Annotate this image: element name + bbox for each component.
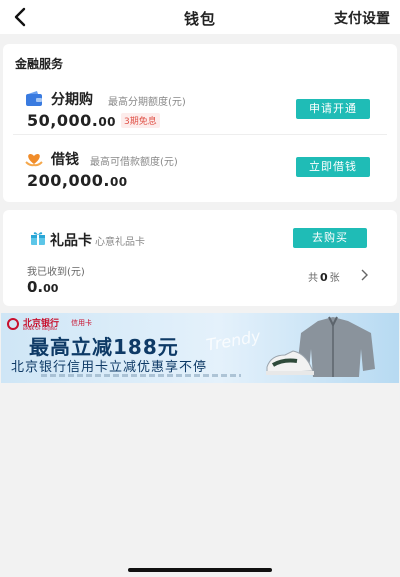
buy-gift-card-button[interactable]: 去购买 <box>293 228 367 248</box>
installment-subtitle: 最高分期额度(元) <box>108 97 186 108</box>
bank-logo-icon <box>7 318 19 330</box>
section-title: 金融服务 <box>15 57 64 71</box>
gift-card-subtitle: 心意礼品卡 <box>95 237 145 248</box>
credit-card-label: 信用卡 <box>71 319 92 327</box>
gift-card-name: 礼品卡 <box>50 233 92 249</box>
received-amount-decimal: 00 <box>43 282 59 295</box>
gift-icon <box>31 232 45 245</box>
count-suffix: 张 <box>329 273 340 284</box>
borrow-now-button[interactable]: 立即借钱 <box>296 157 370 177</box>
gift-card-section: 礼品卡 心意礼品卡 去购买 我已收到(元) 0.00 共0张 <box>3 210 397 306</box>
received-amount-main: 0. <box>27 278 44 296</box>
installment-amount-main: 50,000. <box>27 111 99 130</box>
installment-amount-decimal: 00 <box>98 115 117 129</box>
wallet-icon <box>26 91 42 106</box>
installment-name: 分期购 <box>51 92 93 108</box>
banner-fineprint <box>41 374 241 377</box>
pay-settings-link[interactable]: 支付设置 <box>334 8 390 28</box>
gift-card-count[interactable]: 共0张 <box>308 269 340 284</box>
interest-free-badge: 3期免息 <box>121 113 160 128</box>
loan-name: 借钱 <box>51 152 79 168</box>
finance-services-card: 金融服务 分期购 最高分期额度(元) 50,000.00 3期免息 申请开通 借… <box>3 44 397 202</box>
loan-amount-main: 200,000. <box>27 171 110 190</box>
apply-open-button[interactable]: 申请开通 <box>296 99 370 119</box>
installment-item[interactable]: 分期购 最高分期额度(元) 50,000.00 3期免息 申请开通 <box>13 86 387 135</box>
chevron-right-icon[interactable] <box>359 269 369 281</box>
loan-amount: 200,000.00 <box>27 171 128 190</box>
received-amount: 0.00 <box>27 278 58 296</box>
banner-script-text: Trendy <box>204 326 262 355</box>
heart-hands-icon <box>25 154 43 167</box>
count-prefix: 共 <box>308 273 318 284</box>
home-indicator[interactable] <box>128 568 272 572</box>
loan-amount-decimal: 00 <box>109 175 128 189</box>
loan-item[interactable]: 借钱 最高可借款额度(元) 200,000.00 立即借钱 <box>13 146 387 194</box>
count-value: 0 <box>320 271 328 284</box>
promo-banner[interactable]: 北京银行 BANK OF BEIJING 信用卡 最高立减188元 Trendy… <box>1 313 399 383</box>
jacket-sneaker-image <box>266 316 375 377</box>
banner-subtitle: 北京银行信用卡立减优惠享不停 <box>11 360 208 375</box>
top-bar: 钱包 支付设置 <box>0 0 400 34</box>
loan-subtitle: 最高可借款额度(元) <box>90 157 178 168</box>
received-label: 我已收到(元) <box>27 267 85 278</box>
installment-amount: 50,000.00 <box>27 111 116 130</box>
